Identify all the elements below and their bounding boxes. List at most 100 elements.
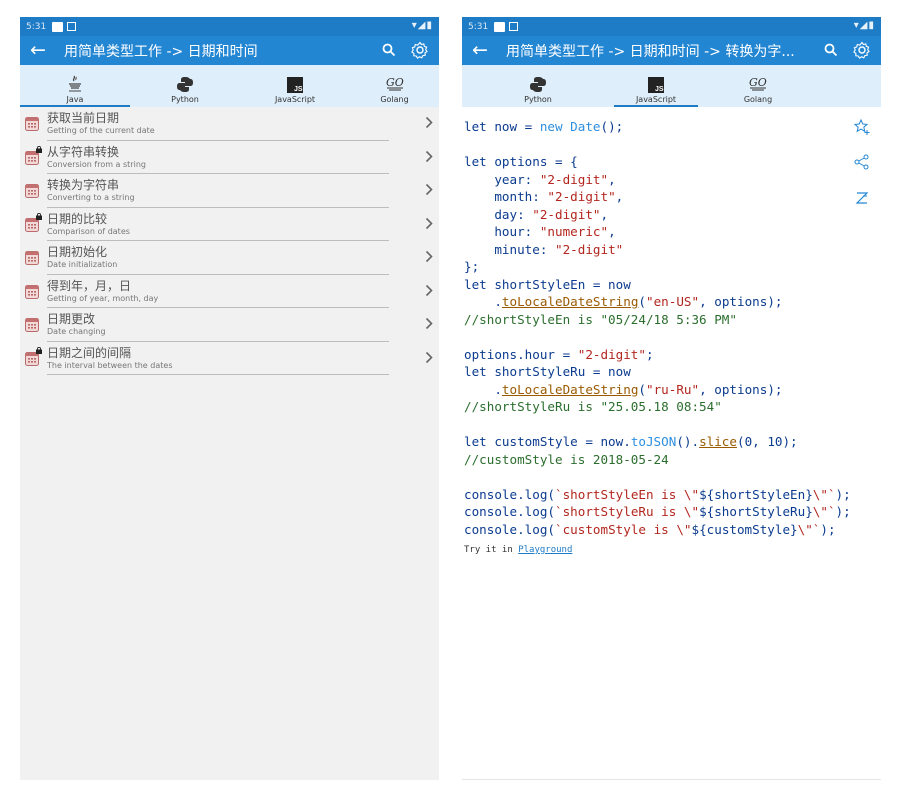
left-screen: 5:31 ▾◢▮ ← 用简单类型工作 -> 日期和时间 Java Python … [20, 17, 439, 780]
toolbar: ← 用简单类型工作 -> 日期和时间 [20, 36, 439, 65]
svg-text:GO: GO [749, 76, 767, 89]
tab-label: JavaScript [635, 95, 677, 104]
playground-link[interactable]: Playground [518, 545, 572, 555]
lock-icon [36, 346, 42, 354]
item-subtitle: Converting to a string [47, 193, 135, 202]
calendar-icon [25, 318, 39, 332]
toolbar: ← 用简单类型工作 -> 日期和时间 -> 转换为字... [462, 36, 881, 65]
chevron-right-icon [425, 284, 433, 296]
playground-line: Try it in Playground [464, 545, 572, 555]
item-title: 日期更改 [47, 312, 96, 326]
calendar-icon [25, 284, 39, 299]
item-title: 日期初始化 [47, 245, 108, 259]
language-tabs: Python JS JavaScript GO Golang [462, 65, 881, 107]
tab-python[interactable]: Python [462, 65, 614, 107]
divider [462, 779, 881, 780]
page-title: 用简单类型工作 -> 日期和时间 [64, 43, 258, 60]
chevron-right-icon [425, 217, 433, 229]
code-link-toLocaleDateString[interactable]: toLocaleDateString [502, 294, 638, 309]
javascript-icon: JS [648, 77, 664, 93]
sim-icon [67, 22, 77, 31]
list-item[interactable]: 转换为字符串 Converting to a string [20, 174, 439, 208]
signal-battery-icon: ▾◢▮ [411, 20, 433, 31]
tab-label: JavaScript [274, 95, 316, 104]
gear-icon[interactable] [410, 40, 430, 60]
list-item[interactable]: 得到年，月，日 Getting of year, month, day [20, 275, 439, 308]
item-subtitle: Comparison of dates [47, 226, 130, 236]
star-add-icon[interactable] [853, 118, 871, 136]
notification-icon [494, 21, 506, 32]
svg-text:JS: JS [294, 86, 303, 93]
code-link-toLocaleDateString[interactable]: toLocaleDateString [502, 382, 638, 397]
java-icon [69, 75, 81, 92]
svg-text:JS: JS [655, 86, 664, 93]
tab-label: Python [524, 95, 552, 104]
language-tabs: Java Python JS JavaScript GO Golang [20, 65, 439, 107]
item-title: 得到年，月，日 [47, 278, 132, 293]
chevron-right-icon [425, 183, 433, 196]
item-subtitle: Getting of the current date [47, 126, 155, 135]
item-subtitle: Conversion from a string [47, 159, 146, 169]
chevron-right-icon [425, 317, 433, 330]
list-item[interactable]: 日期之间的间隔 The interval between the dates [20, 342, 439, 375]
item-title: 从字符串转换 [47, 144, 120, 159]
status-bar: 5:31 ▾◢▮ [462, 17, 881, 36]
calendar-icon [25, 251, 39, 265]
sim-icon [509, 22, 519, 31]
chevron-right-icon [425, 351, 433, 363]
javascript-icon: JS [287, 77, 303, 93]
python-icon [177, 77, 193, 92]
item-subtitle: Date initialization [47, 260, 118, 269]
share-icon[interactable] [853, 153, 871, 171]
list-item[interactable]: 获取当前日期 Getting of the current date [20, 107, 439, 141]
chevron-right-icon [425, 116, 433, 129]
chevron-right-icon [425, 250, 433, 263]
lock-icon [36, 145, 42, 153]
tab-javascript[interactable]: JS JavaScript [240, 65, 350, 107]
list-item[interactable]: 日期初始化 Date initialization [20, 241, 439, 275]
tab-javascript[interactable]: JS JavaScript [614, 65, 698, 107]
right-screen: 5:31 ▾◢▮ ← 用简单类型工作 -> 日期和时间 -> 转换为字... P… [462, 17, 881, 780]
tab-label: Java [66, 95, 84, 104]
item-title: 日期的比较 [47, 211, 108, 226]
item-subtitle: Date changing [47, 327, 106, 336]
font-size-icon[interactable] [853, 189, 871, 207]
calendar-icon [25, 117, 39, 131]
playground-prefix: Try it in [464, 545, 519, 555]
svg-text:GO: GO [386, 76, 404, 89]
list-item[interactable]: 日期的比较 Comparison of dates [20, 208, 439, 241]
tab-python[interactable]: Python [130, 65, 240, 107]
gear-icon[interactable] [852, 40, 872, 60]
code-link-slice[interactable]: slice [699, 434, 737, 449]
status-time: 5:31 [468, 21, 489, 32]
calendar-icon [25, 184, 39, 198]
tab-label: Golang [743, 95, 773, 104]
notification-icon [52, 21, 64, 32]
item-title: 转换为字符串 [47, 178, 120, 192]
chevron-right-icon [425, 150, 433, 162]
item-subtitle: The interval between the dates [47, 360, 173, 370]
golang-icon: GO [749, 76, 767, 91]
tab-java[interactable]: Java [20, 65, 130, 107]
tab-label: Golang [380, 95, 409, 104]
code-block: let now = new Date(); let options = { ye… [464, 119, 851, 537]
divider [47, 374, 389, 375]
lock-icon [36, 212, 42, 220]
python-icon [530, 77, 546, 92]
topic-list: 获取当前日期 Getting of the current date 从字符串转… [20, 107, 439, 375]
status-time: 5:31 [26, 21, 47, 32]
item-subtitle: Getting of year, month, day [47, 293, 159, 303]
back-arrow-icon[interactable]: ← [462, 36, 498, 65]
golang-icon: GO [386, 76, 404, 91]
list-item[interactable]: 日期更改 Date changing [20, 308, 439, 342]
back-arrow-icon[interactable]: ← [20, 36, 56, 65]
item-title: 日期之间的间隔 [47, 345, 132, 360]
tab-label: Python [171, 95, 199, 104]
search-icon[interactable] [823, 42, 839, 58]
search-icon[interactable] [381, 42, 397, 58]
status-bar: 5:31 ▾◢▮ [20, 17, 439, 36]
item-title: 获取当前日期 [47, 111, 120, 125]
tab-golang[interactable]: GO Golang [350, 65, 439, 107]
list-item[interactable]: 从字符串转换 Conversion from a string [20, 141, 439, 174]
tab-golang[interactable]: GO Golang [698, 65, 818, 107]
